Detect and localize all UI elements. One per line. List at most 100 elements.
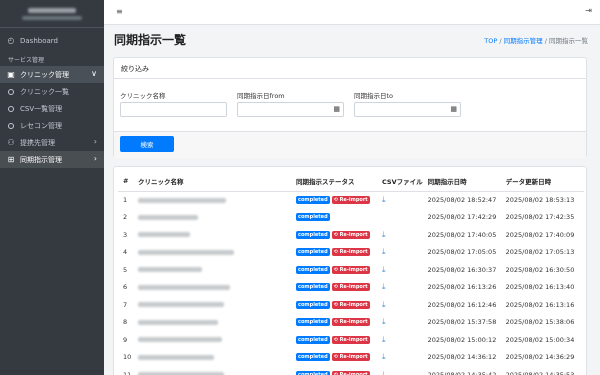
reimport-button[interactable]: ⟲ Re-import [331, 196, 370, 204]
calendar-icon[interactable]: ▦ [450, 105, 457, 113]
table-row: 4 completed ⟲ Re-import ⤓ 2025/08/02 17:05:0… [118, 244, 584, 262]
download-icon[interactable]: ⤓ [382, 265, 386, 274]
sidebar-item-clinic-management[interactable]: ▣ クリニック管理 ∨ [0, 66, 104, 83]
reimport-button[interactable]: ⟲ Re-import [331, 300, 370, 309]
sidebar-item-csv-list[interactable]: CSV一覧管理 [0, 100, 104, 117]
status-badge-completed: completed [296, 335, 330, 344]
updated-at: 2025/08/02 18:53:13 [505, 196, 575, 204]
csv-cell: ⤓ [377, 226, 423, 244]
sidebar-item-clinic-list[interactable]: クリニック一覧 [0, 83, 104, 100]
chevron-right-icon: › [93, 154, 97, 163]
reimport-button[interactable]: ⟲ Re-import [331, 318, 370, 327]
chevron-right-icon: › [93, 137, 97, 146]
row-number: 3 [123, 230, 128, 239]
clinic-name-redacted [133, 261, 291, 279]
download-icon[interactable]: ⤓ [382, 352, 386, 361]
reimport-button[interactable]: ⟲ Re-import [331, 230, 370, 239]
csv-cell: ⤓ [377, 331, 423, 349]
reimport-button[interactable]: ⟲ Re-import [331, 283, 370, 292]
status-cell: completed [291, 209, 377, 227]
reimport-button[interactable]: ⟲ Re-import [331, 265, 370, 274]
row-number: 7 [123, 300, 128, 309]
date-to-label: 同期指示日to [354, 92, 394, 100]
brand-logo[interactable] [0, 0, 104, 28]
download-icon[interactable]: ⤓ [382, 282, 386, 291]
circle-icon [6, 88, 16, 95]
instructed-at: 2025/08/02 17:05:05 [427, 248, 497, 257]
circle-icon [6, 122, 16, 129]
csv-cell: ⤓ [377, 296, 423, 314]
download-icon[interactable]: ⤓ [382, 300, 386, 309]
hamburger-menu-icon[interactable]: ≡ [116, 7, 123, 16]
filter-card-footer: 検索 [114, 131, 586, 158]
status-badge-completed: completed [296, 230, 330, 239]
clinic-name-redacted [133, 209, 291, 227]
status-cell: completed ⟲ Re-import [291, 331, 377, 349]
table-row: 11 completed ⟲ Re-import ⤓ 2025/08/02 14:35:… [118, 366, 584, 375]
updated-at: 2025/08/02 16:13:16 [505, 300, 575, 309]
chevron-down-icon: ∨ [91, 69, 97, 78]
partner-icon: ⚇ [7, 138, 15, 147]
status-badge-completed: completed [296, 300, 330, 309]
download-icon[interactable]: ⤓ [382, 317, 386, 326]
download-icon[interactable]: ⤓ [382, 335, 386, 344]
status-badge-completed: completed [296, 318, 330, 327]
instructed-at: 2025/08/02 17:42:29 [427, 213, 497, 222]
instructed-at: 2025/08/02 14:36:12 [427, 353, 497, 362]
status-badge-completed: completed [296, 353, 330, 362]
instructed-at: 2025/08/02 16:30:37 [427, 265, 497, 274]
breadcrumb-sync-management-link[interactable]: 同期指示管理 [504, 37, 543, 45]
status-cell: completed ⟲ Re-import [291, 296, 377, 314]
reimport-button[interactable]: ⟲ Re-import [331, 335, 370, 344]
sidebar-item-label: クリニック管理 [20, 70, 69, 79]
clinic-name-redacted [133, 331, 291, 349]
reimport-button[interactable]: ⟲ Re-import [331, 370, 370, 375]
date-to-input[interactable]: ▦ [354, 102, 461, 117]
row-number: 11 [123, 370, 132, 375]
csv-cell: ⤓ [377, 244, 423, 262]
table-row: 6 completed ⟲ Re-import ⤓ 2025/08/02 16:13:2… [118, 279, 584, 297]
sidebar-item-label: CSV一覧管理 [20, 104, 63, 113]
row-number: 8 [123, 318, 128, 327]
download-icon[interactable]: ⤓ [382, 230, 386, 239]
breadcrumb-top-link[interactable]: TOP [484, 37, 497, 45]
csv-cell: ⤓ [377, 261, 423, 279]
page-title: 同期指示一覧 [114, 33, 187, 47]
download-icon[interactable]: ⤓ [382, 247, 386, 256]
search-button[interactable]: 検索 [120, 136, 174, 152]
updated-at: 2025/08/02 16:30:50 [505, 265, 575, 274]
table-row: 9 completed ⟲ Re-import ⤓ 2025/08/02 15:00:1… [118, 331, 584, 349]
table-row: 10 completed ⟲ Re-import ⤓ 2025/08/02 14:36:… [118, 349, 584, 367]
sidebar-item-label: 提携先管理 [20, 138, 55, 147]
sidebar-item-recekon[interactable]: レセコン管理 [0, 117, 104, 134]
updated-at: 2025/08/02 17:42:35 [505, 213, 575, 222]
table-row: 5 completed ⟲ Re-import ⤓ 2025/08/02 16:30:3… [118, 261, 584, 279]
sidebar-item-label: レセコン管理 [20, 121, 62, 130]
row-number: 10 [123, 353, 132, 362]
sidebar-item-dashboard[interactable]: ◴ Dashboard [0, 32, 104, 49]
updated-at: 2025/08/02 17:40:09 [505, 230, 575, 239]
csv-cell: ⤓ [377, 366, 423, 375]
date-from-input[interactable]: ▦ [237, 102, 344, 117]
column-header-number: # [118, 171, 133, 192]
clinic-name-redacted [133, 244, 291, 262]
sidebar: ◴ Dashboard サービス管理 ▣ クリニック管理 ∨ クリニック一覧 C… [0, 0, 104, 375]
clinic-name-input[interactable] [120, 102, 227, 117]
status-badge-completed: completed [296, 370, 330, 375]
calendar-icon[interactable]: ▦ [333, 105, 340, 113]
reimport-button[interactable]: ⟲ Re-import [331, 248, 370, 257]
table-row: 7 completed ⟲ Re-import ⤓ 2025/08/02 16:12:4… [118, 296, 584, 314]
reimport-button[interactable]: ⟲ Re-import [331, 353, 370, 362]
download-icon[interactable]: ⤓ [382, 195, 386, 204]
table-header-row: # クリニック名称 同期指示ステータス CSVファイル 同期指示日時 データ更新… [118, 171, 584, 192]
column-header-status: 同期指示ステータス [291, 171, 377, 192]
sidebar-item-partners[interactable]: ⚇ 提携先管理 › [0, 134, 104, 151]
sidebar-item-sync-management[interactable]: ⊞ 同期指示管理 › [0, 151, 104, 168]
clinic-name-redacted [133, 191, 291, 209]
status-badge-completed: completed [296, 265, 330, 274]
download-icon[interactable]: ⤓ [382, 370, 386, 375]
logout-icon[interactable]: ⇥ [585, 6, 592, 15]
breadcrumb-separator: / [544, 37, 547, 45]
row-number: 5 [123, 265, 128, 274]
status-cell: completed ⟲ Re-import [291, 314, 377, 332]
